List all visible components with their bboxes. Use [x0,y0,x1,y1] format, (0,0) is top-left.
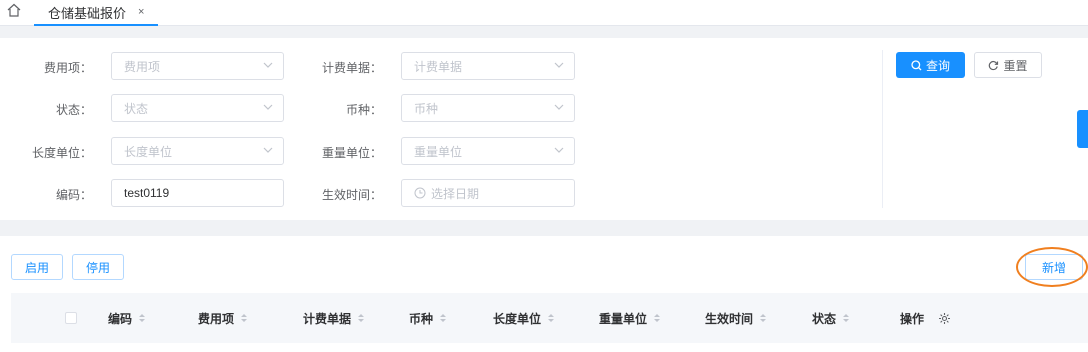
add-button[interactable]: 新增 [1025,254,1083,280]
weight-unit-label: 重量单位： [321,146,382,160]
length-unit-label: 长度单位： [31,146,92,160]
chevron-down-icon [554,147,564,153]
column-header-label: 重量单位 [599,311,648,326]
close-icon[interactable]: × [138,6,144,18]
code-label: 编码： [55,188,92,202]
column-header[interactable]: 费用项 [198,293,248,343]
sort-icon [548,314,555,322]
enable-button-label: 启用 [24,260,49,275]
column-header-label: 长度单位 [493,311,542,326]
column-header[interactable]: 状态 [812,293,850,343]
column-header[interactable]: 重量单位 [599,293,661,343]
billing-doc-label: 计费单据： [321,61,382,75]
tab-label: 仓储基础报价 [48,5,127,21]
column-header[interactable]: 长度单位 [493,293,555,343]
search-button[interactable]: 查询 [896,52,965,78]
add-button-label: 新增 [1041,260,1066,275]
tab-warehouse-base-quote[interactable]: 仓储基础报价 × [34,0,159,26]
column-header[interactable]: 计费单据 [303,293,365,343]
column-header[interactable]: 币种 [409,293,447,343]
filter-panel: 费用项： 费用项 计费单据： 计费单据 状态： 状态 币种： 币种 长度单位： … [0,38,1088,220]
effective-time-placeholder: 选择日期 [431,186,480,201]
disable-button-label: 停用 [85,260,110,275]
reset-button[interactable]: 重置 [974,52,1042,78]
column-header[interactable]: 生效时间 [705,293,767,343]
code-input[interactable]: test0119 [111,179,284,207]
status-placeholder: 状态 [124,101,149,116]
sort-icon [760,314,767,322]
currency-select[interactable]: 币种 [401,94,575,122]
status-label: 状态： [55,103,92,117]
sort-icon [139,314,146,322]
sort-icon [241,314,248,322]
column-header-label: 币种 [409,311,434,326]
column-header-label: 编码 [108,311,133,326]
column-header-label: 计费单据 [303,311,352,326]
effective-time-label: 生效时间： [321,188,382,202]
chevron-down-icon [263,104,273,110]
column-header-label: 操作 [900,311,925,326]
chevron-down-icon [554,62,564,68]
fee-item-placeholder: 费用项 [124,59,161,74]
chevron-down-icon [263,62,273,68]
home-icon[interactable] [6,2,22,18]
currency-label: 币种： [345,103,382,117]
column-header[interactable]: 编码 [108,293,146,343]
column-header-label: 费用项 [198,311,235,326]
sort-icon [440,314,447,322]
sort-icon [358,314,365,322]
side-drawer-handle[interactable] [1077,110,1088,148]
search-button-label: 查询 [925,58,950,73]
tab-bar: 仓储基础报价 × [0,0,1088,26]
column-header-actions: 操作 [900,293,951,343]
column-header-label: 状态 [812,311,837,326]
weight-unit-select[interactable]: 重量单位 [401,137,575,165]
gear-icon[interactable] [938,312,951,325]
weight-unit-placeholder: 重量单位 [414,144,463,159]
fee-item-label: 费用项： [43,61,92,75]
filter-divider [882,50,883,208]
billing-doc-placeholder: 计费单据 [414,59,463,74]
disable-button[interactable]: 停用 [72,254,124,280]
length-unit-placeholder: 长度单位 [124,144,173,159]
billing-doc-select[interactable]: 计费单据 [401,52,575,80]
enable-button[interactable]: 启用 [11,254,63,280]
length-unit-select[interactable]: 长度单位 [111,137,284,165]
code-value: test0119 [124,186,170,200]
table-header: 编码 费用项 计费单据 币种 长度单位 重量单位 生效时间 状态 操作 [11,293,1088,343]
clock-icon [414,187,426,199]
chevron-down-icon [554,104,564,110]
reset-button-label: 重置 [1003,58,1028,73]
sort-icon [843,314,850,322]
status-select[interactable]: 状态 [111,94,284,122]
search-icon [911,59,922,70]
sort-icon [654,314,661,322]
select-all-checkbox[interactable] [65,312,77,324]
effective-time-picker[interactable]: 选择日期 [401,179,575,207]
column-header-label: 生效时间 [705,311,754,326]
chevron-down-icon [263,147,273,153]
currency-placeholder: 币种 [414,101,439,116]
fee-item-select[interactable]: 费用项 [111,52,284,80]
refresh-icon [989,60,999,70]
